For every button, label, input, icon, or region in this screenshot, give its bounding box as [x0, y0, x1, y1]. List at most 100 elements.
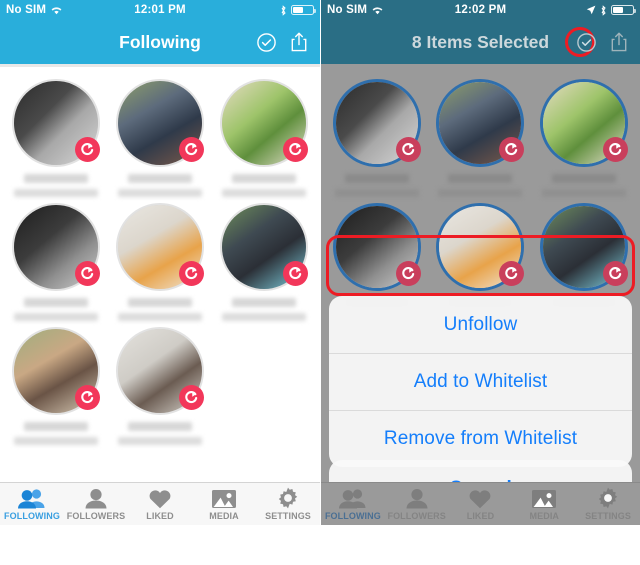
- screenshot-stage: No SIM 12:01 PM Following FOLLOWING FOLL…: [0, 0, 640, 565]
- avatar[interactable]: [332, 79, 421, 167]
- username-label: [232, 174, 296, 183]
- tab-following[interactable]: FOLLOWING: [321, 488, 385, 521]
- user-cell[interactable]: [4, 327, 108, 445]
- user-cell[interactable]: [108, 327, 212, 445]
- two-people-icon: [18, 488, 46, 509]
- tab-bar: FOLLOWING FOLLOWERS LIKED MEDIA SETTINGS: [0, 482, 320, 525]
- user-cell[interactable]: [4, 203, 108, 321]
- share-icon[interactable]: [606, 28, 632, 56]
- carrier-label: No SIM: [6, 4, 47, 16]
- tab-settings[interactable]: SETTINGS: [256, 487, 320, 521]
- refresh-icon[interactable]: [395, 261, 421, 286]
- refresh-icon[interactable]: [283, 137, 308, 162]
- battery-icon: [611, 5, 637, 15]
- following-grid-area: FOLLOWING FOLLOWERS LIKED MEDIA SETTINGS: [0, 67, 320, 525]
- username-subtitle: [14, 313, 98, 321]
- avatar[interactable]: [220, 203, 308, 291]
- username-subtitle: [118, 313, 202, 321]
- refresh-icon[interactable]: [179, 385, 204, 410]
- tab-label: FOLLOWING: [324, 510, 381, 521]
- share-icon[interactable]: [286, 28, 312, 56]
- refresh-icon[interactable]: [603, 261, 629, 286]
- clock-label: 12:01 PM: [134, 4, 186, 16]
- avatar[interactable]: [332, 203, 421, 291]
- two-people-icon: [338, 488, 367, 509]
- refresh-icon[interactable]: [395, 137, 421, 162]
- avatar[interactable]: [436, 79, 525, 167]
- action-sheet: Unfollow Add to Whitelist Remove from Whit…: [329, 296, 632, 467]
- avatar[interactable]: [116, 327, 204, 415]
- tab-settings[interactable]: SETTINGS: [576, 487, 640, 521]
- username-label: [448, 174, 513, 183]
- avatar[interactable]: [436, 203, 525, 291]
- user-cell[interactable]: [212, 203, 316, 321]
- refresh-icon[interactable]: [179, 137, 204, 162]
- user-cell[interactable]: [108, 203, 212, 321]
- heart-icon: [468, 488, 492, 509]
- gear-icon: [597, 487, 619, 509]
- bluetooth-icon: [600, 4, 607, 16]
- username-subtitle: [118, 189, 202, 197]
- tab-followers[interactable]: FOLLOWERS: [385, 488, 449, 521]
- action-sheet-option-remove-from-whitelist[interactable]: Remove from Whitelist: [329, 410, 632, 467]
- username-label: [128, 174, 192, 183]
- refresh-icon[interactable]: [603, 137, 629, 162]
- username-label: [552, 174, 617, 183]
- photo-icon: [211, 488, 237, 509]
- tab-bar: FOLLOWING FOLLOWERS LIKED MEDIA SETTINGS: [321, 482, 640, 525]
- avatar[interactable]: [116, 203, 204, 291]
- username-label: [128, 298, 192, 307]
- user-cell[interactable]: [108, 79, 212, 197]
- gear-icon: [277, 487, 299, 509]
- user-grid: [0, 67, 320, 445]
- refresh-icon[interactable]: [75, 385, 100, 410]
- avatar[interactable]: [116, 79, 204, 167]
- avatar[interactable]: [540, 79, 629, 167]
- refresh-icon[interactable]: [75, 261, 100, 286]
- user-cell[interactable]: [532, 79, 636, 197]
- tab-label: SETTINGS: [265, 510, 311, 521]
- navigation-bar: Following: [0, 20, 320, 64]
- action-sheet-option-unfollow[interactable]: Unfollow: [329, 296, 632, 353]
- battery-icon: [291, 5, 317, 15]
- action-sheet-option-add-to-whitelist[interactable]: Add to Whitelist: [329, 353, 632, 410]
- avatar[interactable]: [12, 327, 100, 415]
- username-label: [344, 174, 409, 183]
- tab-label: FOLLOWING: [4, 510, 60, 521]
- wifi-icon: [50, 5, 63, 15]
- bluetooth-icon: [280, 4, 287, 16]
- user-cell[interactable]: [212, 79, 316, 197]
- person-icon: [406, 488, 428, 509]
- username-label: [24, 422, 88, 431]
- username-subtitle: [222, 313, 306, 321]
- tab-liked[interactable]: LIKED: [449, 488, 513, 521]
- photo-icon: [531, 488, 557, 509]
- tab-liked[interactable]: LIKED: [128, 488, 192, 521]
- tab-following[interactable]: FOLLOWING: [0, 488, 64, 521]
- status-bar: No SIM 12:01 PM: [0, 0, 320, 20]
- user-cell[interactable]: [4, 79, 108, 197]
- username-subtitle: [14, 437, 98, 445]
- avatar[interactable]: [220, 79, 308, 167]
- check-circle-icon[interactable]: [573, 28, 599, 56]
- avatar[interactable]: [12, 203, 100, 291]
- check-circle-icon[interactable]: [253, 28, 279, 56]
- username-subtitle: [222, 189, 306, 197]
- user-cell[interactable]: [325, 79, 429, 197]
- tab-label: FOLLOWERS: [66, 510, 126, 521]
- username-subtitle: [334, 189, 419, 197]
- avatar[interactable]: [12, 79, 100, 167]
- tab-label: FOLLOWERS: [387, 510, 446, 521]
- refresh-icon[interactable]: [179, 261, 204, 286]
- following-grid-area: Unfollow Add to Whitelist Remove from Whit…: [321, 67, 640, 525]
- avatar[interactable]: [540, 203, 629, 291]
- navigation-bar: 8 Items Selected: [321, 20, 640, 64]
- person-icon: [85, 488, 107, 509]
- refresh-icon[interactable]: [283, 261, 308, 286]
- username-subtitle: [438, 189, 523, 197]
- tab-followers[interactable]: FOLLOWERS: [64, 488, 128, 521]
- tab-media[interactable]: MEDIA: [512, 488, 576, 521]
- user-cell[interactable]: [429, 79, 533, 197]
- refresh-icon[interactable]: [75, 137, 100, 162]
- tab-media[interactable]: MEDIA: [192, 488, 256, 521]
